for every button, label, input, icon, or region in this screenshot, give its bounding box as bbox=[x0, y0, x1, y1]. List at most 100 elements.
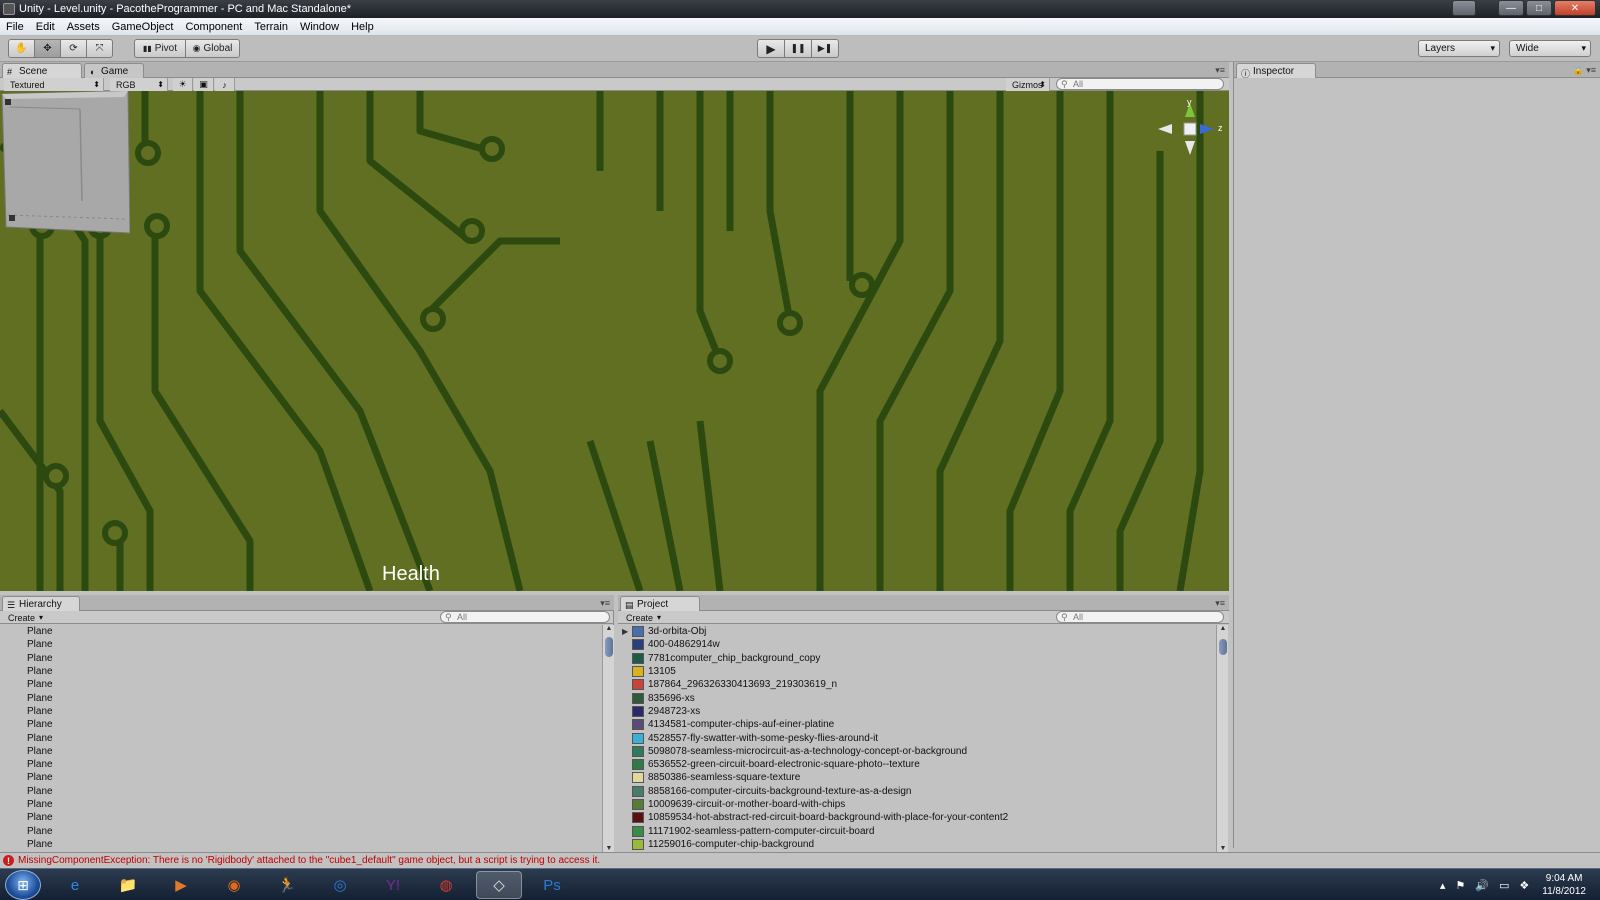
scene-viewport[interactable]: y z Health bbox=[0, 91, 1229, 591]
project-asset-item[interactable]: 5098078-seamless-microcircuit-as-a-techn… bbox=[618, 745, 1214, 758]
tab-project[interactable]: ▤ Project bbox=[620, 596, 700, 611]
project-asset-item[interactable]: 7781computer_chip_background_copy bbox=[618, 652, 1214, 665]
hierarchy-item[interactable]: Plane bbox=[0, 745, 600, 758]
expand-arrow-icon[interactable]: ▶ bbox=[622, 627, 632, 636]
project-scrollbar[interactable]: ▲ ▼ bbox=[1216, 625, 1228, 852]
taskbar-teamviewer-icon[interactable]: ◎ bbox=[317, 871, 363, 899]
render-mode-dropdown[interactable]: Textured bbox=[4, 78, 104, 91]
hierarchy-search-input[interactable]: ⚲ All bbox=[440, 611, 610, 623]
project-asset-item[interactable]: 8858166-computer-circuits-background-tex… bbox=[618, 785, 1214, 798]
inspector-lock-icon[interactable]: 🔒 ▾≡ bbox=[1573, 65, 1596, 76]
menu-terrain[interactable]: Terrain bbox=[248, 21, 294, 33]
minimize-button[interactable]: — bbox=[1498, 0, 1524, 16]
tab-hierarchy[interactable]: ☰ Hierarchy bbox=[2, 596, 80, 611]
move-tool-icon[interactable]: ✥ bbox=[34, 39, 61, 58]
hierarchy-scroll-thumb[interactable] bbox=[605, 637, 613, 657]
hierarchy-item[interactable]: Plane bbox=[0, 665, 600, 678]
taskbar-photoshop-icon[interactable]: Ps bbox=[529, 871, 575, 899]
project-asset-item[interactable]: 187864_296326330413693_219303619_n bbox=[618, 678, 1214, 691]
tab-inspector[interactable]: ⓘ Inspector bbox=[1236, 63, 1316, 79]
scale-tool-icon[interactable]: ⤧ bbox=[86, 39, 113, 58]
audio-toggle-icon[interactable]: ♪ bbox=[215, 78, 235, 91]
project-menu-icon[interactable]: ▾≡ bbox=[1215, 598, 1225, 609]
show-hidden-icons-icon[interactable]: ▴ bbox=[1440, 879, 1446, 892]
hierarchy-item[interactable]: Plane bbox=[0, 785, 600, 798]
project-asset-item[interactable]: 4528557-fly-swatter-with-some-pesky-flie… bbox=[618, 731, 1214, 744]
taskbar-firefox-icon[interactable]: ◉ bbox=[211, 871, 257, 899]
project-search-input[interactable]: ⚲ All bbox=[1056, 611, 1224, 623]
project-create-dropdown[interactable]: Create bbox=[622, 611, 663, 624]
project-asset-item[interactable]: 13105 bbox=[618, 665, 1214, 678]
step-button[interactable]: ▶❚ bbox=[811, 39, 839, 58]
menu-gameobject[interactable]: GameObject bbox=[106, 21, 180, 33]
rotate-tool-icon[interactable]: ⟳ bbox=[60, 39, 87, 58]
project-scroll-thumb[interactable] bbox=[1219, 639, 1227, 655]
layout-dropdown[interactable]: Wide bbox=[1509, 40, 1591, 57]
project-asset-item[interactable]: 4134581-computer-chips-auf-einer-platine bbox=[618, 718, 1214, 731]
taskbar-unity-icon[interactable]: ◇ bbox=[476, 871, 522, 899]
tab-scene[interactable]: # Scene bbox=[2, 63, 82, 78]
start-button[interactable]: ⊞ bbox=[5, 870, 41, 900]
hierarchy-item[interactable]: Plane bbox=[0, 771, 600, 784]
taskbar-media-player-icon[interactable]: ▶ bbox=[158, 871, 204, 899]
action-center-flag-icon[interactable]: ⚑ bbox=[1455, 879, 1465, 892]
hierarchy-item[interactable]: Plane bbox=[0, 638, 600, 651]
hierarchy-scrollbar[interactable]: ▲ ▼ bbox=[602, 625, 614, 852]
maximize-button[interactable]: □ bbox=[1526, 0, 1552, 16]
hierarchy-menu-icon[interactable]: ▾≡ bbox=[600, 598, 610, 609]
orientation-gizmo[interactable] bbox=[1150, 95, 1220, 159]
dropbox-icon[interactable]: ❖ bbox=[1519, 879, 1529, 892]
project-asset-item[interactable]: ▶ 3d-orbita-Obj bbox=[618, 625, 1214, 638]
close-button[interactable]: ✕ bbox=[1554, 0, 1596, 16]
global-toggle[interactable]: ◉ Global bbox=[185, 39, 240, 58]
color-mode-dropdown[interactable]: RGB bbox=[110, 78, 168, 91]
hierarchy-item[interactable]: Plane bbox=[0, 838, 600, 851]
scroll-up-icon[interactable]: ▲ bbox=[1217, 625, 1229, 632]
system-clock[interactable]: 9:04 AM 11/8/2012 bbox=[1542, 872, 1586, 898]
project-asset-item[interactable]: 10859534-hot-abstract-red-circuit-board-… bbox=[618, 811, 1214, 824]
pivot-toggle[interactable]: ▮▮ Pivot bbox=[134, 39, 186, 58]
gizmos-dropdown[interactable]: Gizmos bbox=[1006, 78, 1050, 91]
scene-search-input[interactable]: ⚲ All bbox=[1056, 78, 1224, 90]
project-asset-item[interactable]: 11171902-seamless-pattern-computer-circu… bbox=[618, 824, 1214, 837]
panel-menu-icon[interactable]: ▾≡ bbox=[1215, 65, 1225, 76]
hierarchy-item[interactable]: Plane bbox=[0, 718, 600, 731]
scroll-up-icon[interactable]: ▲ bbox=[603, 625, 615, 632]
project-asset-item[interactable]: 6536552-green-circuit-board-electronic-s… bbox=[618, 758, 1214, 771]
hierarchy-item[interactable]: Plane bbox=[0, 705, 600, 718]
project-asset-item[interactable]: 11259016-computer-chip-background bbox=[618, 838, 1214, 851]
cube1-default-object[interactable] bbox=[0, 91, 130, 237]
extra-window-button[interactable] bbox=[1452, 0, 1476, 16]
taskbar-yahoo-messenger-icon[interactable]: Y! bbox=[370, 871, 416, 899]
taskbar-file-explorer-icon[interactable]: 📁 bbox=[105, 871, 151, 899]
menu-file[interactable]: File bbox=[0, 21, 30, 33]
hierarchy-item[interactable]: Plane bbox=[0, 811, 600, 824]
hand-tool-icon[interactable]: ✋ bbox=[8, 39, 35, 58]
taskbar-chrome-icon[interactable]: ◍ bbox=[423, 871, 469, 899]
project-asset-item[interactable]: 10009639-circuit-or-mother-board-with-ch… bbox=[618, 798, 1214, 811]
project-asset-item[interactable]: 2948723-xs bbox=[618, 705, 1214, 718]
hierarchy-item[interactable]: Plane bbox=[0, 625, 600, 638]
hierarchy-item[interactable]: Plane bbox=[0, 691, 600, 704]
taskbar-internet-explorer-icon[interactable]: e bbox=[52, 871, 98, 899]
hierarchy-item[interactable]: Plane bbox=[0, 824, 600, 837]
taskbar-aim-icon[interactable]: 🏃 bbox=[264, 871, 310, 899]
layers-dropdown[interactable]: Layers bbox=[1418, 40, 1500, 57]
scroll-down-icon[interactable]: ▼ bbox=[603, 845, 615, 852]
hierarchy-item[interactable]: Plane bbox=[0, 678, 600, 691]
menu-assets[interactable]: Assets bbox=[61, 21, 106, 33]
hierarchy-create-dropdown[interactable]: Create bbox=[4, 611, 45, 624]
volume-icon[interactable]: 🔊 bbox=[1475, 879, 1489, 892]
hierarchy-item[interactable]: Plane bbox=[0, 798, 600, 811]
play-button[interactable]: ▶ bbox=[757, 39, 785, 58]
network-icon[interactable]: ▭ bbox=[1499, 879, 1509, 892]
menu-help[interactable]: Help bbox=[345, 21, 380, 33]
scroll-down-icon[interactable]: ▼ bbox=[1217, 845, 1229, 852]
image-toggle-icon[interactable]: ▣ bbox=[194, 78, 214, 91]
menu-component[interactable]: Component bbox=[179, 21, 248, 33]
tab-game[interactable]: ◖ Game bbox=[84, 63, 144, 78]
project-asset-item[interactable]: 400-04862914w bbox=[618, 638, 1214, 651]
console-status-bar[interactable]: ! MissingComponentException: There is no… bbox=[0, 852, 1600, 868]
hierarchy-item[interactable]: Plane bbox=[0, 758, 600, 771]
menu-edit[interactable]: Edit bbox=[30, 21, 61, 33]
